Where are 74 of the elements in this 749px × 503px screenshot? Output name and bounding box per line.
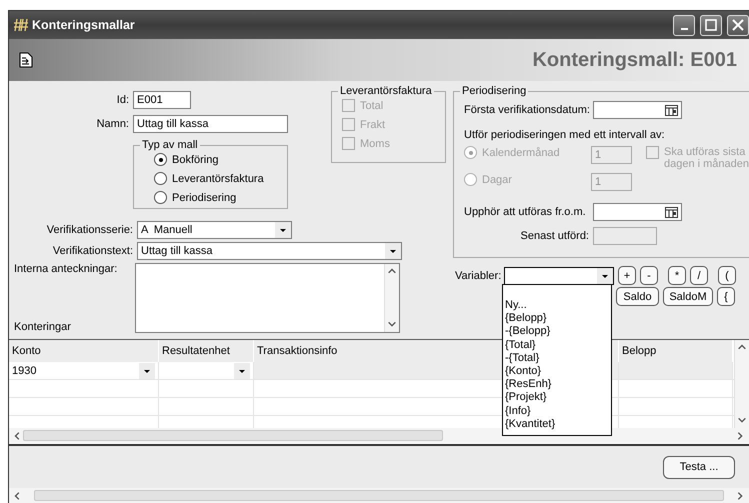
operator-button[interactable]: - [640,266,658,285]
column-header[interactable]: Resultatenhet [159,340,254,362]
caret-icon [275,222,291,238]
list-item[interactable]: {Belopp} [503,312,611,326]
series-label: Verifikationsserie: [46,224,133,236]
horizontal-scrollbar[interactable] [9,488,749,503]
last-run-label: Senast utförd: [520,230,589,242]
vertical-scrollbar[interactable] [734,340,749,428]
window-title: Konteringsmallar [32,18,136,32]
column-header[interactable]: Konto [9,340,159,362]
radio-label: Dagar [482,174,512,186]
function-button[interactable]: { [717,287,735,306]
id-label: Id: [116,94,129,106]
function-button[interactable]: Saldo [616,287,659,306]
radio-label: Leverantörsfaktura [172,172,264,184]
calendar-icon[interactable] [665,104,678,116]
vertical-scrollbar[interactable] [384,264,399,332]
list-item[interactable]: {Projekt} [503,391,611,405]
calendar-icon[interactable] [665,206,678,218]
list-item[interactable]: -{Belopp} [503,325,611,339]
minimize-icon [680,28,688,30]
maximize-icon [705,19,717,31]
checkbox-label: Frakt [360,118,386,130]
group-legend: Leverantörsfaktura [338,85,434,97]
radio-label: Bokföring [172,154,218,166]
operator-button[interactable]: * [668,266,686,285]
list-item[interactable]: Ny... [503,299,611,312]
last-run-field[interactable] [593,227,657,245]
app-icon [13,18,29,32]
interval-label: Utför periodiseringen med ett intervall av: [464,129,666,141]
radio-label: Kalendermånad [482,146,560,158]
caret-icon [385,243,401,259]
name-field[interactable]: Uttag till kassa [133,115,288,133]
column-header[interactable]: Belopp [619,340,733,362]
group-legend: Periodisering [460,85,528,97]
variables-dropdown[interactable] [504,266,614,284]
test-button[interactable]: Testa ... [663,456,735,478]
function-button[interactable]: SaldoM [663,287,713,306]
close-button[interactable] [727,14,749,36]
list-item[interactable]: {Konto} [503,365,611,378]
list-item[interactable]: {ResEnh} [503,378,611,392]
radio-label: Periodisering [172,192,236,204]
list-item[interactable]: {Info} [503,404,611,418]
checkbox-label: Ska utföras sista dagen i månaden [664,146,749,170]
first-date-label: Första verifikationsdatum: [464,104,589,116]
notes-label: Interna anteckningar: [14,263,118,275]
series-dropdown[interactable]: A Manuell [137,221,292,239]
text-dropdown[interactable]: Uttag till kassa [137,242,402,260]
name-label: Namn: [96,118,129,130]
close-icon [732,19,744,31]
first-date-field[interactable] [593,101,682,119]
maximize-button[interactable] [700,14,722,36]
list-item[interactable]: {Kvantitet} [503,418,611,432]
radio-button[interactable] [154,172,167,185]
horizontal-scrollbar[interactable] [9,428,749,443]
operator-button[interactable]: + [618,266,636,285]
template-heading: Konteringsmall: E001 [532,48,737,72]
document-icon[interactable] [19,52,33,68]
end-date-field[interactable] [593,203,682,221]
variables-label: Variabler: [455,270,500,282]
checkbox-label: Total [360,100,384,112]
notes-field[interactable] [135,263,400,333]
list-item[interactable]: {Total} [503,338,611,352]
operator-button[interactable]: / [690,266,708,285]
operator-button[interactable]: ( [718,266,736,285]
text-label: Verifikationstext: [52,245,133,257]
group-legend: Typ av mall [140,139,200,151]
radio-button[interactable] [154,191,167,204]
checkbox-label: Moms [360,138,390,150]
end-date-label: Upphör att utföras fr.o.m. [464,206,587,218]
id-field[interactable]: E001 [133,91,191,109]
minimize-button[interactable] [673,14,695,36]
postings-label: Konteringar [14,321,72,333]
radio-button[interactable] [154,153,167,166]
